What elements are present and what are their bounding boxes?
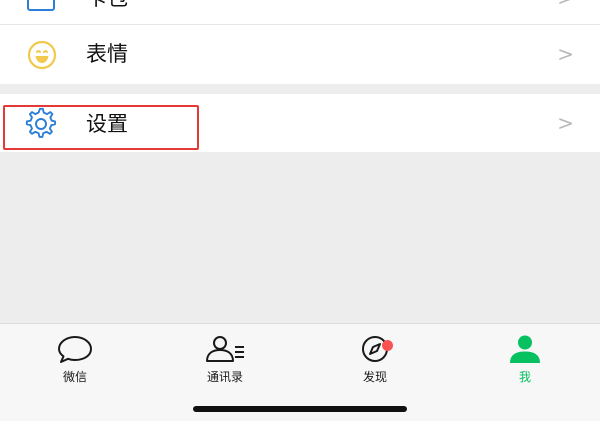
tab-chats[interactable]: 微信 — [30, 334, 120, 385]
chevron-right-icon: > — [557, 42, 574, 66]
highlight-box — [3, 105, 199, 150]
menu-row-cards[interactable]: 卡包 > — [0, 0, 600, 25]
tab-label-me: 我 — [518, 370, 531, 384]
chevron-right-icon: > — [557, 111, 574, 135]
tab-contacts[interactable]: 通讯录 — [180, 334, 270, 385]
chat-bubble-icon — [58, 336, 92, 363]
menu-label-emoji: 表情 — [86, 42, 128, 66]
notification-badge — [382, 340, 393, 351]
emoji-icon — [26, 39, 58, 75]
menu-row-emoji[interactable]: 表情 > — [0, 25, 600, 84]
chevron-right-icon: > — [557, 0, 574, 8]
tab-me[interactable]: 我 — [480, 334, 570, 385]
tab-label-discover: 发现 — [362, 370, 387, 384]
tab-discover[interactable]: 发现 — [330, 334, 420, 385]
person-icon — [510, 335, 540, 363]
menu-label-cards: 卡包 — [86, 0, 128, 9]
cards-icon — [26, 0, 56, 16]
tab-label-contacts: 通讯录 — [206, 370, 243, 384]
home-indicator[interactable] — [193, 406, 407, 412]
contacts-icon — [206, 336, 244, 362]
tab-label-chats: 微信 — [62, 370, 87, 384]
